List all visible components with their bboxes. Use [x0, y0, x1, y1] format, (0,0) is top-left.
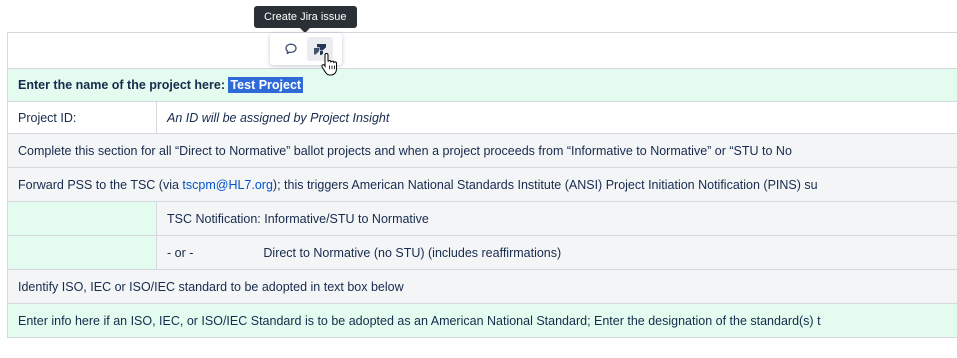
forward-pss-text-before: Forward PSS to the TSC (via [18, 177, 183, 192]
project-scope-table: Enter the name of the project here: Test… [7, 32, 957, 338]
enter-info-text[interactable]: Enter info here if an ISO, IEC, or ISO/I… [7, 303, 957, 338]
enter-info-row: Enter info here if an ISO, IEC, or ISO/I… [7, 303, 957, 338]
hand-pointer-cursor-icon [321, 52, 337, 76]
forward-pss-text-after: ); this triggers American National Stand… [272, 177, 818, 192]
tsc-email-link[interactable]: tscpm@HL7.org [182, 178, 273, 192]
empty-header-row [7, 32, 957, 69]
direct-normative-checkbox-cell[interactable] [7, 235, 157, 270]
comment-icon [285, 43, 297, 55]
identify-iso-row: Identify ISO, IEC or ISO/IEC standard to… [7, 269, 957, 304]
tsc-notification-row: TSC Notification: Informative/STU to Nor… [7, 201, 957, 236]
or-separator: - or - [167, 245, 194, 260]
direct-normative-cell[interactable]: - or - Direct to Normative (no STU) (incl… [156, 235, 957, 270]
identify-iso-text[interactable]: Identify ISO, IEC or ISO/IEC standard to… [7, 269, 957, 304]
direct-normative-row: - or - Direct to Normative (no STU) (incl… [7, 235, 957, 270]
project-id-value[interactable]: An ID will be assigned by Project Insigh… [156, 101, 957, 134]
forward-pss-row: Forward PSS to the TSC (via tscpm@HL7.or… [7, 167, 957, 202]
project-name-selection[interactable]: Test Project [228, 77, 304, 93]
project-name-row: Enter the name of the project here: Test… [7, 68, 957, 102]
create-jira-issue-tooltip: Create Jira issue [254, 6, 357, 33]
direct-normative-text: Direct to Normative (no STU) (includes r… [263, 245, 562, 260]
complete-section-row: Complete this section for all “Direct to… [7, 133, 957, 168]
forward-pss-cell[interactable]: Forward PSS to the TSC (via tscpm@HL7.or… [7, 167, 957, 202]
project-id-row: Project ID: An ID will be assigned by Pr… [7, 101, 957, 134]
tsc-notification-text[interactable]: TSC Notification: Informative/STU to Nor… [156, 201, 957, 236]
add-comment-button[interactable] [278, 37, 304, 61]
project-name-label: Enter the name of the project here: [18, 78, 225, 92]
complete-section-text[interactable]: Complete this section for all “Direct to… [7, 133, 957, 168]
empty-header-cell[interactable] [7, 32, 957, 69]
project-id-label: Project ID: [7, 101, 157, 134]
project-name-cell[interactable]: Enter the name of the project here: Test… [7, 68, 957, 102]
tsc-notification-checkbox-cell[interactable] [7, 201, 157, 236]
